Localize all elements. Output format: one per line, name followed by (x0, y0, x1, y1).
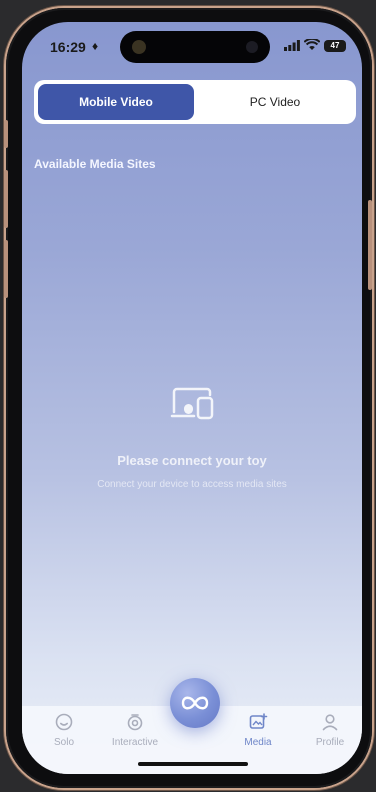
tab-solo[interactable]: Solo (34, 712, 94, 748)
empty-state-subtitle: Connect your device to access media site… (97, 479, 287, 490)
island-activity-icon (132, 40, 146, 54)
screen: 16:29 ♦ 47 Mobile Video PC Video Availab… (22, 22, 362, 774)
tab-interactive[interactable]: Interactive (105, 712, 165, 748)
status-time: 16:29 (50, 39, 86, 55)
power-button (368, 200, 372, 290)
empty-state-title: Please connect your toy (117, 453, 267, 468)
tab-media[interactable]: Media (228, 712, 288, 748)
volume-down-button (4, 240, 8, 298)
tab-media-label: Media (244, 737, 272, 748)
tab-profile-label: Profile (315, 737, 345, 748)
devices-icon (170, 387, 214, 420)
bell-icon: ♦ (92, 39, 99, 53)
home-indicator (138, 762, 248, 766)
pc-video-tab[interactable]: PC Video (198, 84, 352, 120)
action-button (4, 120, 8, 148)
media-icon (249, 713, 268, 729)
section-title: Available Media Sites (34, 157, 156, 171)
interactive-icon (127, 714, 143, 731)
volume-up-button (4, 170, 8, 228)
tab-interactive-label: Interactive (111, 737, 159, 748)
smile-icon (55, 713, 73, 731)
video-source-toggle: Mobile Video PC Video (34, 80, 356, 124)
signal-icon (284, 40, 300, 51)
tab-profile[interactable]: Profile (300, 712, 360, 748)
infinity-icon (181, 696, 209, 710)
status-bar: 16:29 ♦ 47 (22, 22, 362, 70)
dynamic-island (120, 31, 270, 63)
center-connect-button[interactable] (170, 678, 220, 728)
person-icon (322, 714, 338, 731)
camera-icon (246, 41, 258, 53)
battery-icon: 47 (324, 40, 346, 52)
wifi-icon (304, 39, 320, 50)
tab-solo-label: Solo (53, 737, 74, 748)
mobile-video-tab[interactable]: Mobile Video (38, 84, 194, 120)
